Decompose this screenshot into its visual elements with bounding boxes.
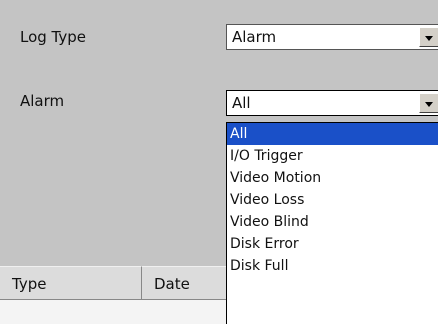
- dropdown-option[interactable]: Disk Full: [227, 255, 438, 277]
- column-header-type[interactable]: Type: [0, 266, 142, 300]
- dropdown-option[interactable]: All: [227, 123, 438, 145]
- alarm-value: All: [232, 94, 251, 112]
- dropdown-option[interactable]: Video Motion: [227, 167, 438, 189]
- log-type-label: Log Type: [20, 28, 87, 46]
- dropdown-option[interactable]: Video Blind: [227, 211, 438, 233]
- log-type-value: Alarm: [232, 28, 277, 46]
- chevron-down-icon[interactable]: [419, 27, 438, 47]
- alarm-select[interactable]: All: [226, 90, 438, 116]
- chevron-down-icon[interactable]: [419, 93, 438, 113]
- alarm-dropdown-list[interactable]: All I/O Trigger Video Motion Video Loss …: [226, 122, 438, 324]
- dropdown-option[interactable]: Disk Error: [227, 233, 438, 255]
- alarm-label: Alarm: [20, 92, 65, 110]
- log-type-select[interactable]: Alarm: [226, 24, 438, 50]
- dropdown-option[interactable]: Video Loss: [227, 189, 438, 211]
- dropdown-option[interactable]: I/O Trigger: [227, 145, 438, 167]
